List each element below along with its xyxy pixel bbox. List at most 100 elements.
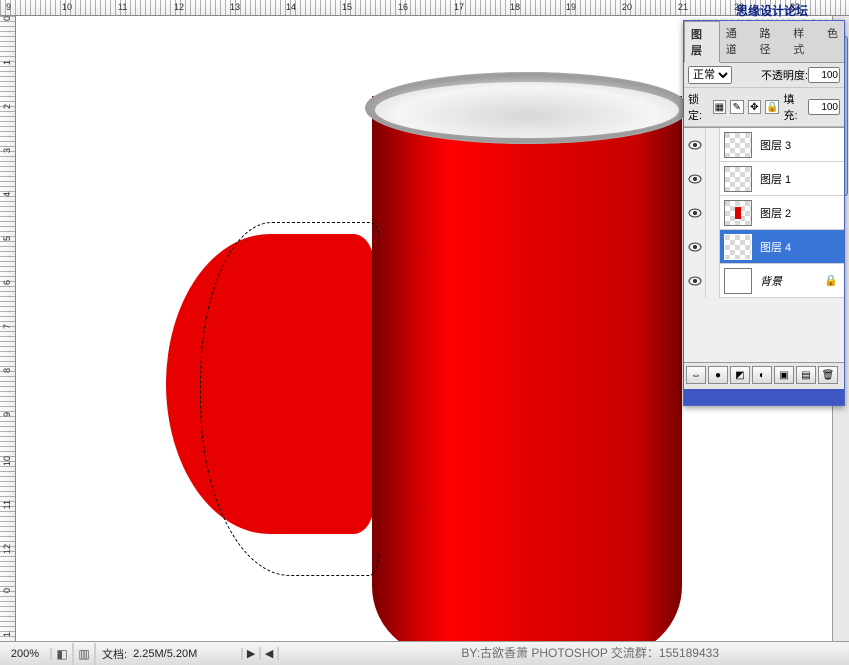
blend-mode-select[interactable]: 正常: [688, 66, 732, 84]
ruler-tick: 0: [2, 588, 12, 593]
status-icon[interactable]: ▥: [74, 643, 96, 665]
eye-icon: [688, 242, 702, 252]
status-bar: 200% ◧ ▥ 文档: 2.25M/5.20M ▶ ◀: [0, 641, 849, 665]
doc-label: 文档:: [96, 646, 133, 662]
visibility-toggle[interactable]: [684, 196, 706, 230]
doc-size: 2.25M/5.20M: [133, 648, 243, 660]
visibility-toggle[interactable]: [684, 162, 706, 196]
ruler-tick: 3: [2, 148, 12, 153]
layer-row[interactable]: 图层 2: [684, 196, 844, 230]
ruler-tick: 11: [2, 500, 12, 509]
ruler-horizontal[interactable]: 9 10 11 12 13 14 15 16 17 18 19 20 21 22…: [0, 0, 849, 16]
layer-thumbnail[interactable]: [724, 166, 752, 192]
status-scroll-left[interactable]: ◀: [261, 647, 279, 660]
fill-input[interactable]: [808, 99, 840, 115]
ruler-tick: 7: [2, 324, 12, 329]
add-mask-button[interactable]: ◩: [730, 366, 750, 384]
ruler-tick: 1: [2, 632, 12, 637]
ruler-tick: 9: [2, 412, 12, 417]
ruler-tick: 0: [2, 16, 12, 21]
lock-label: 锁定:: [688, 91, 709, 123]
status-menu-arrow[interactable]: ▶: [243, 647, 261, 660]
ruler-tick: 4: [2, 192, 12, 197]
artwork-cup-body: [372, 96, 682, 641]
fill-label: 填充:: [783, 91, 804, 123]
ruler-tick: 14: [286, 2, 296, 12]
delete-layer-button[interactable]: 🗑: [818, 366, 838, 384]
ruler-tick: 9: [6, 2, 11, 12]
ruler-tick: 8: [2, 368, 12, 373]
ruler-tick: 5: [2, 236, 12, 241]
new-layer-button[interactable]: ▤: [796, 366, 816, 384]
lock-slot: [706, 230, 720, 264]
layers-list: 图层 3 图层 1 图层 2 图层 4: [684, 127, 844, 363]
layer-thumbnail[interactable]: [724, 268, 752, 294]
ruler-tick: 19: [566, 2, 576, 12]
ruler-vertical[interactable]: 0 1 2 3 4 5 6 7 8 9 10 11 12 0 1: [0, 16, 16, 641]
eye-icon: [688, 174, 702, 184]
eye-icon: [688, 276, 702, 286]
lock-pixels-icon[interactable]: ✎: [730, 100, 743, 114]
layer-row[interactable]: 背景 🔒: [684, 264, 844, 298]
lock-slot: [706, 162, 720, 196]
layers-empty-area: [684, 298, 844, 362]
layer-name[interactable]: 背景: [756, 273, 786, 289]
ruler-tick: 17: [454, 2, 464, 12]
lock-row: 锁定: ▦ ✎ ✥ 🔒 填充:: [684, 88, 844, 127]
tab-color[interactable]: 色: [821, 21, 844, 62]
lock-slot: [706, 128, 720, 162]
app-frame: 9 10 11 12 13 14 15 16 17 18 19 20 21 22…: [0, 0, 849, 665]
layer-thumbnail[interactable]: [724, 132, 752, 158]
lock-position-icon[interactable]: ✥: [748, 100, 761, 114]
artwork-cup-handle: [166, 234, 374, 534]
lock-slot: [706, 264, 720, 298]
panel-resize-bar[interactable]: [684, 389, 844, 405]
layer-name[interactable]: 图层 1: [756, 171, 795, 187]
blend-opacity-row: 正常 不透明度:: [684, 63, 844, 88]
visibility-toggle[interactable]: [684, 264, 706, 298]
artwork-cup-lip: [365, 72, 689, 144]
new-group-button[interactable]: ▣: [774, 366, 794, 384]
adjustment-layer-button[interactable]: ◐: [752, 366, 772, 384]
layer-fx-button[interactable]: ●: [708, 366, 728, 384]
ruler-tick: 16: [398, 2, 408, 12]
link-layers-button[interactable]: ⇔: [686, 366, 706, 384]
ruler-tick: 12: [2, 544, 12, 554]
ruler-tick: 12: [174, 2, 184, 12]
status-icon[interactable]: ◧: [52, 643, 74, 665]
tab-channels[interactable]: 通道: [720, 21, 754, 62]
layer-row[interactable]: 图层 3: [684, 128, 844, 162]
lock-icon: 🔒: [824, 274, 844, 287]
zoom-level[interactable]: 200%: [0, 648, 52, 660]
ruler-tick: 2: [2, 104, 12, 109]
visibility-toggle[interactable]: [684, 230, 706, 264]
tab-layers[interactable]: 图层: [684, 21, 720, 63]
tab-styles[interactable]: 样式: [787, 21, 821, 62]
ruler-tick: 21: [678, 2, 688, 12]
visibility-toggle[interactable]: [684, 128, 706, 162]
layer-name[interactable]: 图层 2: [756, 205, 795, 221]
ruler-tick: 13: [230, 2, 240, 12]
lock-transparency-icon[interactable]: ▦: [713, 100, 726, 114]
ruler-tick: 10: [62, 2, 72, 12]
opacity-label: 不透明度:: [761, 67, 808, 83]
layer-thumbnail[interactable]: [724, 200, 752, 226]
layer-row[interactable]: 图层 4: [684, 230, 844, 264]
ruler-tick: 10: [2, 456, 12, 466]
eye-icon: [688, 140, 702, 150]
opacity-input[interactable]: [808, 67, 840, 83]
layer-row[interactable]: 图层 1: [684, 162, 844, 196]
layer-name[interactable]: 图层 3: [756, 137, 795, 153]
layers-panel[interactable]: 思缘设计论坛 图层 通道 路径 样式 色 正常 不透明度: 锁定: ▦ ✎ ✥ …: [683, 20, 845, 406]
eye-icon: [688, 208, 702, 218]
layer-name[interactable]: 图层 4: [756, 239, 795, 255]
layer-thumbnail[interactable]: [724, 234, 752, 260]
ruler-tick: 20: [622, 2, 632, 12]
credit-text: BY:古欲香萧 PHOTOSHOP 交流群：155189433: [461, 644, 719, 661]
ruler-tick: 6: [2, 280, 12, 285]
lock-slot: [706, 196, 720, 230]
tab-paths[interactable]: 路径: [754, 21, 788, 62]
lock-all-icon[interactable]: 🔒: [765, 100, 779, 114]
ruler-tick: 1: [2, 60, 12, 65]
forum-title: 思缘设计论坛: [736, 2, 808, 19]
